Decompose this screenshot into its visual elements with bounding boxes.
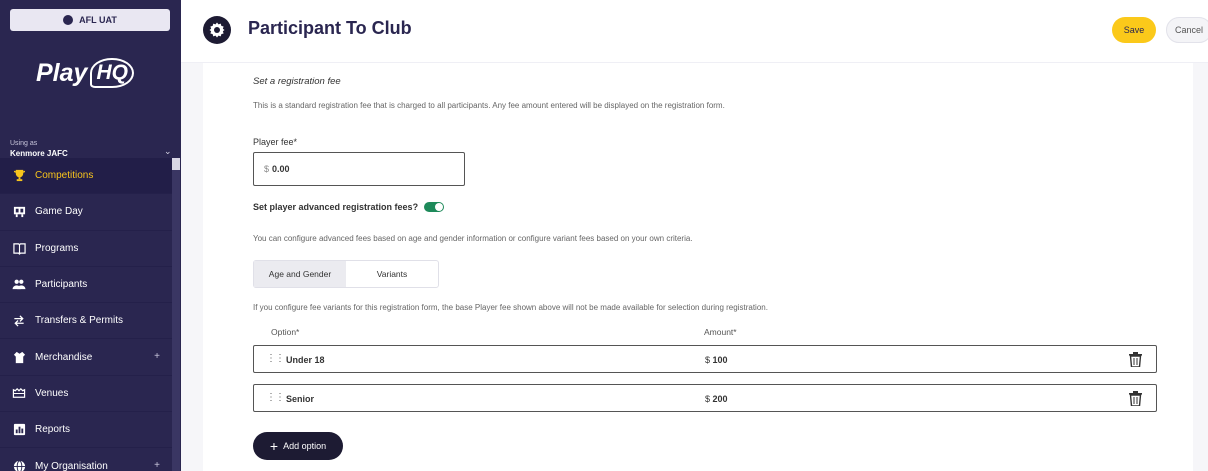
drag-handle-icon[interactable]: ⋮⋮ — [266, 353, 285, 364]
amount-column-header: Amount* — [704, 327, 737, 337]
sidebar-item-competitions[interactable]: Competitions — [0, 158, 172, 195]
people-icon — [12, 278, 26, 292]
expand-plus-icon[interactable]: + — [154, 351, 160, 362]
registration-fee-panel: Set a registration fee This is a standar… — [203, 63, 1193, 471]
amount-currency: $ — [705, 394, 711, 404]
globe-icon — [12, 459, 26, 471]
tab-variants[interactable]: Variants — [346, 261, 438, 287]
sidebar-nav: Competitions Game Day Programs Participa… — [0, 158, 172, 471]
option-amount[interactable]: $ 100 — [705, 355, 728, 365]
plus-icon: + — [269, 438, 279, 454]
environment-label: AFL UAT — [79, 15, 117, 25]
player-fee-input[interactable]: $ 0.00 — [253, 152, 465, 186]
sidebar-item-label: Transfers & Permits — [35, 315, 123, 327]
sidebar-item-participants[interactable]: Participants — [0, 267, 172, 304]
using-as-label: Using as — [10, 140, 38, 147]
amount-value: 200 — [712, 394, 728, 404]
fee-option-row: ⋮⋮ Under 18 $ 100 — [253, 345, 1157, 373]
advanced-fees-toggle[interactable] — [424, 202, 445, 212]
player-fee-value: 0.00 — [272, 164, 290, 174]
option-amount[interactable]: $ 200 — [705, 394, 728, 404]
cancel-button[interactable]: Cancel — [1166, 17, 1208, 43]
amount-currency: $ — [705, 355, 711, 365]
logo-text-hq: HQ — [90, 58, 134, 88]
variant-note: If you configure fee variants for this r… — [253, 303, 768, 312]
sidebar-item-label: Game Day — [35, 206, 83, 218]
currency-symbol: $ — [264, 164, 270, 174]
logo-text-play: Play — [36, 58, 88, 87]
drag-handle-icon[interactable]: ⋮⋮ — [266, 392, 285, 403]
environment-dot-icon — [63, 15, 74, 25]
sidebar-item-label: Merchandise — [35, 351, 93, 363]
amount-value: 100 — [712, 355, 728, 365]
page-header: Participant To Club Save Cancel — [181, 0, 1208, 63]
content-area: Set a registration fee This is a standar… — [181, 63, 1208, 471]
sidebar-item-programs[interactable]: Programs — [0, 231, 172, 267]
section-description: This is a standard registration fee that… — [253, 101, 725, 110]
sidebar-item-game-day[interactable]: Game Day — [0, 194, 172, 231]
sidebar-item-label: Programs — [35, 242, 79, 254]
sidebar-item-label: Participants — [35, 279, 88, 291]
advanced-fees-row: Set player advanced registration fees? — [253, 202, 445, 212]
fee-type-tabs: Age and Gender Variants — [253, 260, 439, 288]
add-option-button[interactable]: + Add option — [253, 432, 343, 460]
environment-badge: AFL UAT — [10, 9, 170, 31]
sidebar-scrollbar[interactable] — [172, 158, 180, 471]
sidebar: AFL UAT Play HQ Using as Kenmore JAFC ⌄ C… — [0, 0, 181, 471]
tab-age-and-gender[interactable]: Age and Gender — [254, 261, 346, 287]
playhq-logo[interactable]: Play HQ — [36, 58, 134, 88]
option-name[interactable]: Under 18 — [286, 355, 325, 365]
sidebar-item-label: My Organisation — [35, 460, 108, 471]
trash-icon[interactable] — [1129, 352, 1142, 368]
shirt-icon — [12, 350, 26, 364]
advanced-fees-description: You can configure advanced fees based on… — [253, 234, 693, 243]
book-icon — [12, 241, 26, 255]
save-button[interactable]: Save — [1112, 17, 1156, 43]
sidebar-item-label: Competitions — [35, 170, 94, 182]
expand-plus-icon[interactable]: + — [154, 460, 160, 471]
toggle-knob — [435, 203, 444, 211]
sidebar-item-my-organisation[interactable]: My Organisation + — [0, 448, 172, 471]
scoreboard-icon — [12, 205, 26, 219]
chart-icon — [12, 423, 26, 437]
sidebar-item-transfers-permits[interactable]: Transfers & Permits — [0, 303, 172, 340]
sidebar-item-label: Venues — [35, 387, 69, 399]
option-column-header: Option* — [271, 327, 300, 337]
add-option-label: Add option — [283, 441, 327, 451]
sidebar-item-label: Reports — [35, 424, 71, 436]
organisation-name[interactable]: Kenmore JAFC — [10, 149, 68, 158]
trophy-icon — [12, 169, 26, 183]
sidebar-item-venues[interactable]: Venues — [0, 376, 172, 413]
fee-option-row: ⋮⋮ Senior $ 200 — [253, 384, 1157, 412]
stadium-icon — [12, 386, 26, 400]
scrollbar-thumb[interactable] — [172, 158, 180, 170]
section-title: Set a registration fee — [253, 76, 341, 87]
chevron-down-icon[interactable]: ⌄ — [164, 146, 172, 157]
sidebar-item-merchandise[interactable]: Merchandise + — [0, 339, 172, 376]
sidebar-item-reports[interactable]: Reports — [0, 412, 172, 449]
transfer-arrows-icon — [12, 314, 26, 328]
gear-icon — [203, 16, 231, 44]
player-fee-label: Player fee* — [253, 137, 298, 147]
page-title: Participant To Club — [248, 18, 412, 38]
trash-icon[interactable] — [1129, 391, 1142, 407]
advanced-fees-label: Set player advanced registration fees? — [253, 202, 419, 212]
option-name[interactable]: Senior — [286, 394, 314, 404]
